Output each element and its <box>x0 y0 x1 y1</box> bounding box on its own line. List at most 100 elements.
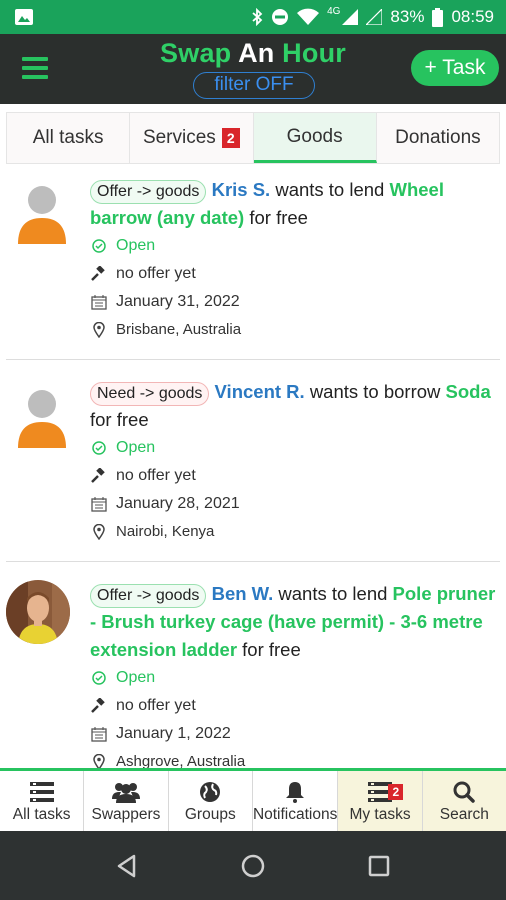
item-link[interactable]: Soda <box>446 381 491 402</box>
tab-badge: 2 <box>221 128 240 148</box>
avatar-placeholder-icon[interactable] <box>12 386 72 448</box>
user-link[interactable]: Kris S. <box>212 179 271 200</box>
clock: 08:59 <box>451 7 494 26</box>
task-headline: Offer -> goods Ben W. wants to lend Pole… <box>90 580 496 664</box>
my-tasks-badge: 2 <box>388 784 404 800</box>
signal-icon <box>342 9 359 25</box>
title-an: An <box>238 38 275 68</box>
task-type-chip: Need -> goods <box>90 382 210 406</box>
nav-label: Notifications <box>252 806 338 823</box>
task-date: January 28, 2021 <box>90 490 496 518</box>
map-marker-icon <box>93 524 105 540</box>
task-type-chip: Offer -> goods <box>90 180 207 204</box>
date-text: January 31, 2022 <box>116 293 240 310</box>
network-type: 4G <box>327 5 341 17</box>
bluetooth-icon <box>252 8 263 26</box>
task-list[interactable]: Offer -> goods Kris S. wants to lend Whe… <box>0 168 506 768</box>
task-status: Open <box>90 232 496 260</box>
task-headline: Offer -> goods Kris S. wants to lend Whe… <box>90 176 496 232</box>
tab-goods[interactable]: Goods <box>253 113 377 163</box>
nav-notifications[interactable]: Notifications <box>252 771 339 831</box>
nav-search[interactable]: Search <box>422 771 506 831</box>
avatar-placeholder-icon[interactable] <box>12 182 72 244</box>
offers-text: no offer yet <box>116 265 196 282</box>
status-bar: 4G 83% 08:59 <box>0 0 506 34</box>
location-text: Nairobi, Kenya <box>116 523 215 540</box>
tab-all-tasks[interactable]: All tasks <box>7 113 131 163</box>
task-price: for free <box>242 639 301 660</box>
task-status: Open <box>90 664 496 692</box>
task-verb: wants to lend <box>275 179 385 200</box>
tab-label: Goods <box>286 125 343 147</box>
users-icon <box>111 783 140 803</box>
globe-icon <box>200 782 221 802</box>
status-text: Open <box>116 439 156 456</box>
filter-button[interactable]: filter OFF <box>193 72 315 99</box>
add-task-button[interactable]: + Task <box>411 50 499 86</box>
tab-label: Services <box>142 127 216 148</box>
bell-icon <box>286 782 305 803</box>
offers-text: no offer yet <box>116 467 196 484</box>
nav-label: My tasks <box>349 806 411 823</box>
gavel-icon <box>91 698 105 713</box>
task-location: Brisbane, Australia <box>90 316 496 344</box>
calendar-icon <box>91 295 107 310</box>
task-item[interactable]: Offer -> goods Ben W. wants to lend Pole… <box>6 562 500 768</box>
home-icon[interactable] <box>238 851 268 881</box>
battery-percent: 83% <box>390 7 425 26</box>
check-circle-icon <box>92 239 106 253</box>
task-headline: Need -> goods Vincent R. wants to borrow… <box>90 378 496 434</box>
map-marker-icon <box>93 754 105 768</box>
search-icon <box>453 781 476 803</box>
task-offers: no offer yet <box>90 260 496 288</box>
location-text: Ashgrove, Australia <box>116 753 246 768</box>
tab-label: All tasks <box>32 127 104 148</box>
task-item[interactable]: Need -> goods Vincent R. wants to borrow… <box>6 360 500 562</box>
task-item[interactable]: Offer -> goods Kris S. wants to lend Whe… <box>6 168 500 360</box>
tab-donations[interactable]: Donations <box>376 113 499 163</box>
image-notification-icon <box>15 9 33 25</box>
signal-empty-icon <box>366 9 383 25</box>
title-hour: Hour <box>282 38 346 68</box>
system-navigation-bar <box>0 831 506 900</box>
wifi-icon <box>297 8 320 25</box>
status-text: Open <box>116 669 156 686</box>
bottom-nav: All tasks Swappers Groups Notifications … <box>0 768 506 831</box>
task-verb: wants to borrow <box>309 381 441 402</box>
nav-all-tasks[interactable]: All tasks <box>0 771 85 831</box>
user-link[interactable]: Ben W. <box>212 583 274 604</box>
date-text: January 1, 2022 <box>116 725 231 742</box>
task-offers: no offer yet <box>90 692 496 720</box>
list-icon <box>29 782 54 802</box>
nav-my-tasks[interactable]: 2 My tasks <box>338 771 423 831</box>
nav-label: All tasks <box>12 806 71 823</box>
task-date: January 31, 2022 <box>90 288 496 316</box>
category-tabs: All tasks Services 2 Goods Donations <box>6 112 500 164</box>
title-swap: Swap <box>160 38 232 68</box>
date-text: January 28, 2021 <box>116 495 240 512</box>
user-photo-avatar[interactable] <box>6 580 70 644</box>
offers-text: no offer yet <box>116 697 196 714</box>
task-price: for free <box>249 207 308 228</box>
nav-label: Groups <box>184 806 236 823</box>
nav-label: Swappers <box>91 806 161 823</box>
task-status: Open <box>90 434 496 462</box>
task-offers: no offer yet <box>90 462 496 490</box>
nav-swappers[interactable]: Swappers <box>84 771 169 831</box>
recents-icon[interactable] <box>364 851 394 881</box>
back-icon[interactable] <box>112 851 142 881</box>
gavel-icon <box>91 468 105 483</box>
nav-groups[interactable]: Groups <box>169 771 253 831</box>
calendar-icon <box>91 497 107 512</box>
check-circle-icon <box>92 441 106 455</box>
battery-icon <box>432 7 444 27</box>
task-location: Ashgrove, Australia <box>90 748 496 768</box>
user-link[interactable]: Vincent R. <box>215 381 305 402</box>
app-header: Swap An Hour filter OFF + Task <box>0 34 506 104</box>
tab-services[interactable]: Services 2 <box>130 113 254 163</box>
task-price: for free <box>90 409 149 430</box>
location-text: Brisbane, Australia <box>116 321 242 338</box>
task-verb: wants to lend <box>278 583 388 604</box>
task-location: Nairobi, Kenya <box>90 518 496 546</box>
gavel-icon <box>91 266 105 281</box>
